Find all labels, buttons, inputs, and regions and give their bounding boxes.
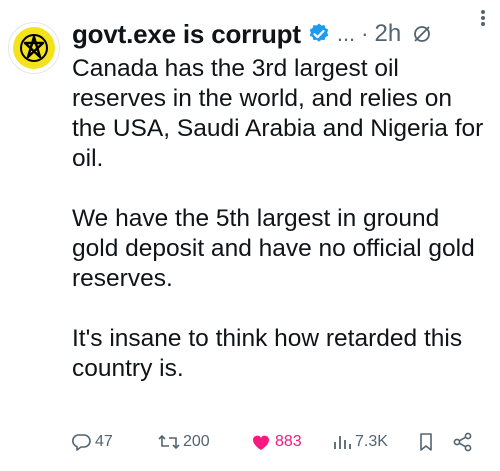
reply-count: 47 [95, 433, 113, 450]
handle-truncated: ... [336, 21, 356, 46]
post-paragraph: It's insane to think how retarded this c… [72, 325, 463, 382]
bookmark-icon [420, 433, 432, 451]
views-count: 7.3K [355, 433, 388, 450]
post-time[interactable]: 2h [375, 20, 402, 48]
avatar[interactable] [8, 22, 60, 74]
like-icon [252, 435, 269, 450]
avatar-logo-icon [13, 27, 55, 69]
author-name[interactable]: govt.exe is corrupt [72, 19, 301, 50]
repost-count: 200 [183, 433, 210, 450]
share-icon [453, 432, 472, 452]
like-button[interactable]: 883 [250, 432, 302, 452]
verified-badge-icon [307, 22, 331, 46]
muted-icon [411, 23, 433, 45]
repost-button[interactable]: 200 [158, 432, 210, 452]
views-button[interactable]: 7.3K [332, 432, 388, 452]
repost-icon [158, 434, 180, 450]
action-bar: 47 200 883 7.3K [72, 428, 492, 458]
post-paragraph: We have the 5th largest in ground gold d… [72, 205, 475, 292]
separator-dot: · [361, 21, 369, 46]
reply-icon [72, 434, 91, 451]
more-icon[interactable] [480, 6, 486, 30]
bookmark-button[interactable] [416, 432, 436, 452]
reply-button[interactable]: 47 [72, 432, 113, 452]
post-paragraph: Canada has the 3rd largest oil reserves … [72, 55, 484, 172]
like-count: 883 [275, 433, 302, 450]
post-header: govt.exe is corrupt ... · 2h [72, 16, 500, 52]
views-icon [334, 436, 351, 449]
share-button[interactable] [452, 432, 474, 452]
post-text: Canada has the 3rd largest oil reserves … [72, 54, 492, 414]
